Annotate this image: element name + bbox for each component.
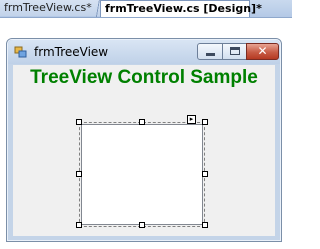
form-icon	[14, 46, 27, 58]
minimize-button[interactable]	[197, 43, 223, 60]
document-tab-strip: frmTreeView.cs* frmTreeView.cs [Design]*	[0, 0, 292, 18]
maximize-icon	[230, 47, 240, 55]
resize-handle-top-center[interactable]	[139, 119, 145, 125]
maximize-button[interactable]	[222, 43, 247, 60]
resize-handle-top-left[interactable]	[76, 119, 82, 125]
designer-surface: frmTreeView ✕ TreeView Control Sample ▸	[0, 18, 292, 249]
treeview-control[interactable]	[81, 124, 203, 225]
smart-tag-arrow-icon[interactable]: ▸	[187, 115, 196, 124]
resize-handle-bottom-left[interactable]	[76, 222, 82, 228]
resize-handle-middle-right[interactable]	[202, 171, 208, 177]
title-bar[interactable]: frmTreeView ✕	[8, 40, 280, 64]
form-window[interactable]: frmTreeView ✕ TreeView Control Sample ▸	[6, 38, 282, 242]
resize-handle-top-right[interactable]	[202, 119, 208, 125]
close-button[interactable]: ✕	[246, 43, 279, 60]
tab-frmtreeview-design[interactable]: frmTreeView.cs [Design]*	[100, 0, 262, 17]
tab-frmtreeview-code[interactable]: frmTreeView.cs*	[0, 0, 100, 16]
resize-handle-middle-left[interactable]	[76, 171, 82, 177]
close-icon: ✕	[257, 44, 268, 58]
minimize-icon	[206, 53, 215, 56]
resize-handle-bottom-center[interactable]	[139, 222, 145, 228]
form-heading-label[interactable]: TreeView Control Sample	[13, 67, 275, 89]
resize-handle-bottom-right[interactable]	[202, 222, 208, 228]
window-title: frmTreeView	[34, 45, 109, 59]
form-client-area: TreeView Control Sample ▸	[13, 65, 275, 236]
